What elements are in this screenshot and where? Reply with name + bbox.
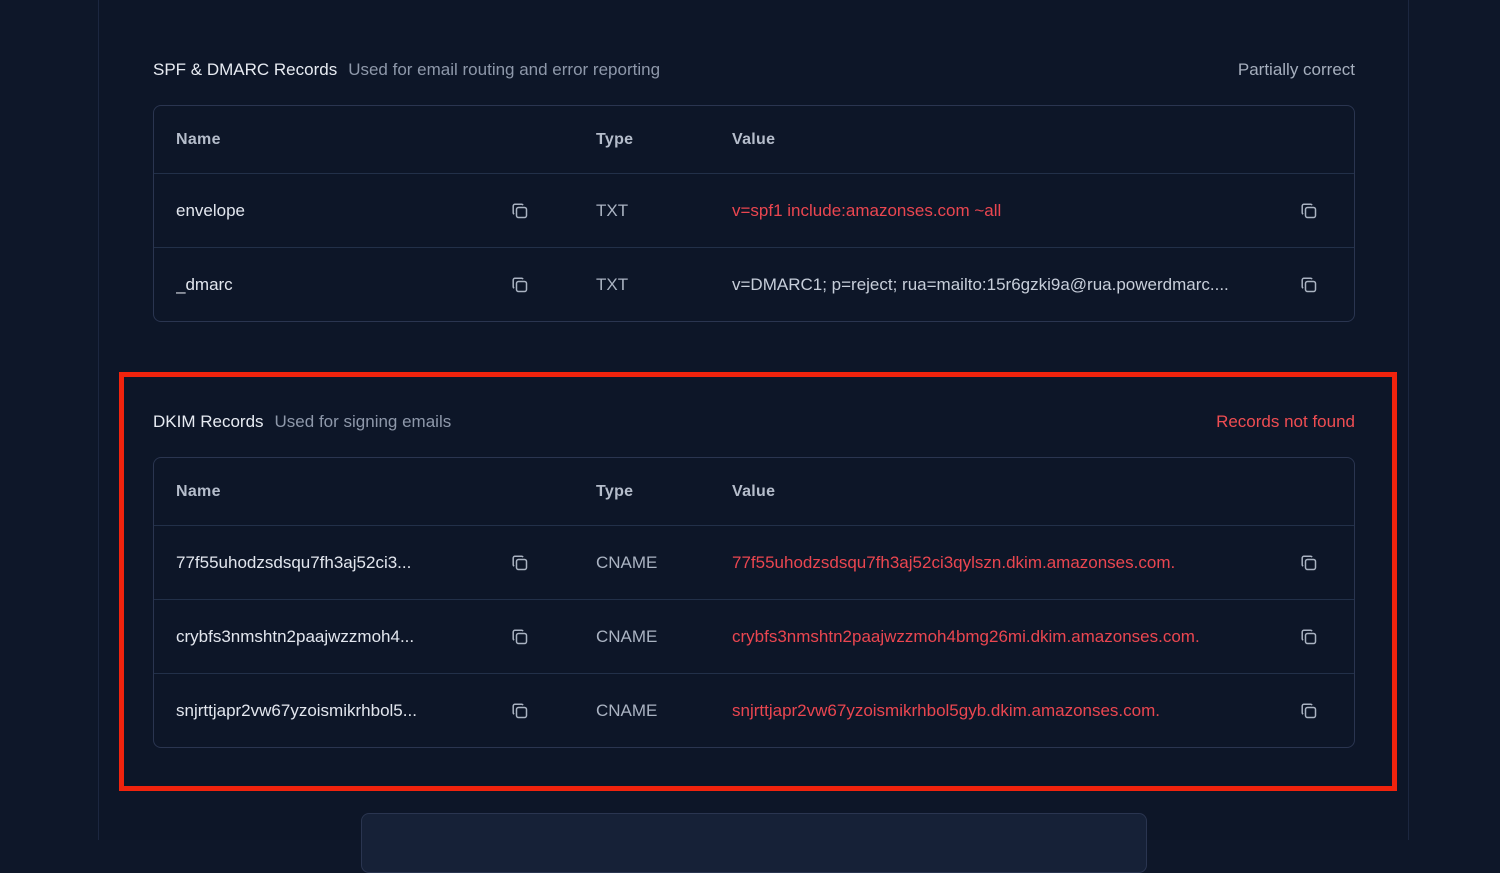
- record-name: snjrttjapr2vw67yzoismikrhbol5...: [176, 700, 417, 720]
- record-type: CNAME: [596, 626, 658, 646]
- dkim-table: Name Type Value 77f55uhodzsdsqu7fh3aj52c…: [153, 457, 1355, 748]
- dkim-status: Records not found: [1216, 412, 1355, 431]
- record-name: 77f55uhodzsdsqu7fh3aj52ci3...: [176, 552, 412, 572]
- copy-icon[interactable]: [1300, 276, 1318, 294]
- record-value: v=spf1 include:amazonses.com ~all: [732, 200, 1002, 220]
- table-row: 77f55uhodzsdsqu7fh3aj52ci3... CNAME 77f5…: [154, 525, 1354, 599]
- record-value: v=DMARC1; p=reject; rua=mailto:15r6gzki9…: [732, 274, 1229, 294]
- copy-icon[interactable]: [1300, 702, 1318, 720]
- spf-dmarc-subtitle: Used for email routing and error reporti…: [348, 60, 661, 79]
- record-name: envelope: [176, 200, 246, 220]
- spf-dmarc-table: Name Type Value envelope TXT v=spf1 incl…: [153, 105, 1355, 322]
- column-header-value: Value: [732, 130, 776, 148]
- column-header-type: Type: [596, 482, 634, 500]
- dkim-section-header: DKIM Records Used for signing emails Rec…: [153, 410, 1355, 434]
- copy-icon[interactable]: [511, 276, 529, 294]
- dkim-subtitle: Used for signing emails: [274, 412, 452, 431]
- copy-icon[interactable]: [511, 628, 529, 646]
- record-type: CNAME: [596, 552, 658, 572]
- column-header-type: Type: [596, 130, 634, 148]
- table-row: crybfs3nmshtn2paajwzzmoh4... CNAME crybf…: [154, 599, 1354, 673]
- table-row: _dmarc TXT v=DMARC1; p=reject; rua=mailt…: [154, 247, 1354, 321]
- record-name: crybfs3nmshtn2paajwzzmoh4...: [176, 626, 415, 646]
- copy-icon[interactable]: [511, 554, 529, 572]
- record-type: TXT: [596, 200, 629, 220]
- bottom-card: [361, 813, 1147, 873]
- copy-icon[interactable]: [511, 702, 529, 720]
- table-header-row: Name Type Value: [154, 458, 1354, 525]
- record-type: CNAME: [596, 700, 658, 720]
- column-header-name: Name: [176, 130, 221, 148]
- copy-icon[interactable]: [1300, 628, 1318, 646]
- copy-icon[interactable]: [1300, 554, 1318, 572]
- copy-icon[interactable]: [1300, 202, 1318, 220]
- spf-dmarc-section-header: SPF & DMARC Records Used for email routi…: [153, 58, 1355, 82]
- copy-icon[interactable]: [511, 202, 529, 220]
- column-header-value: Value: [732, 482, 776, 500]
- record-name: _dmarc: [176, 274, 233, 294]
- record-value: snjrttjapr2vw67yzoismikrhbol5gyb.dkim.am…: [732, 700, 1160, 720]
- dkim-title: DKIM Records: [153, 412, 264, 431]
- record-type: TXT: [596, 274, 629, 294]
- spf-dmarc-title: SPF & DMARC Records: [153, 60, 338, 79]
- table-row: envelope TXT v=spf1 include:amazonses.co…: [154, 173, 1354, 247]
- column-header-name: Name: [176, 482, 221, 500]
- table-row: snjrttjapr2vw67yzoismikrhbol5... CNAME s…: [154, 673, 1354, 747]
- record-value: 77f55uhodzsdsqu7fh3aj52ci3qylszn.dkim.am…: [732, 552, 1176, 572]
- record-value: crybfs3nmshtn2paajwzzmoh4bmg26mi.dkim.am…: [732, 626, 1200, 646]
- table-header-row: Name Type Value: [154, 106, 1354, 173]
- spf-dmarc-status: Partially correct: [1237, 60, 1355, 79]
